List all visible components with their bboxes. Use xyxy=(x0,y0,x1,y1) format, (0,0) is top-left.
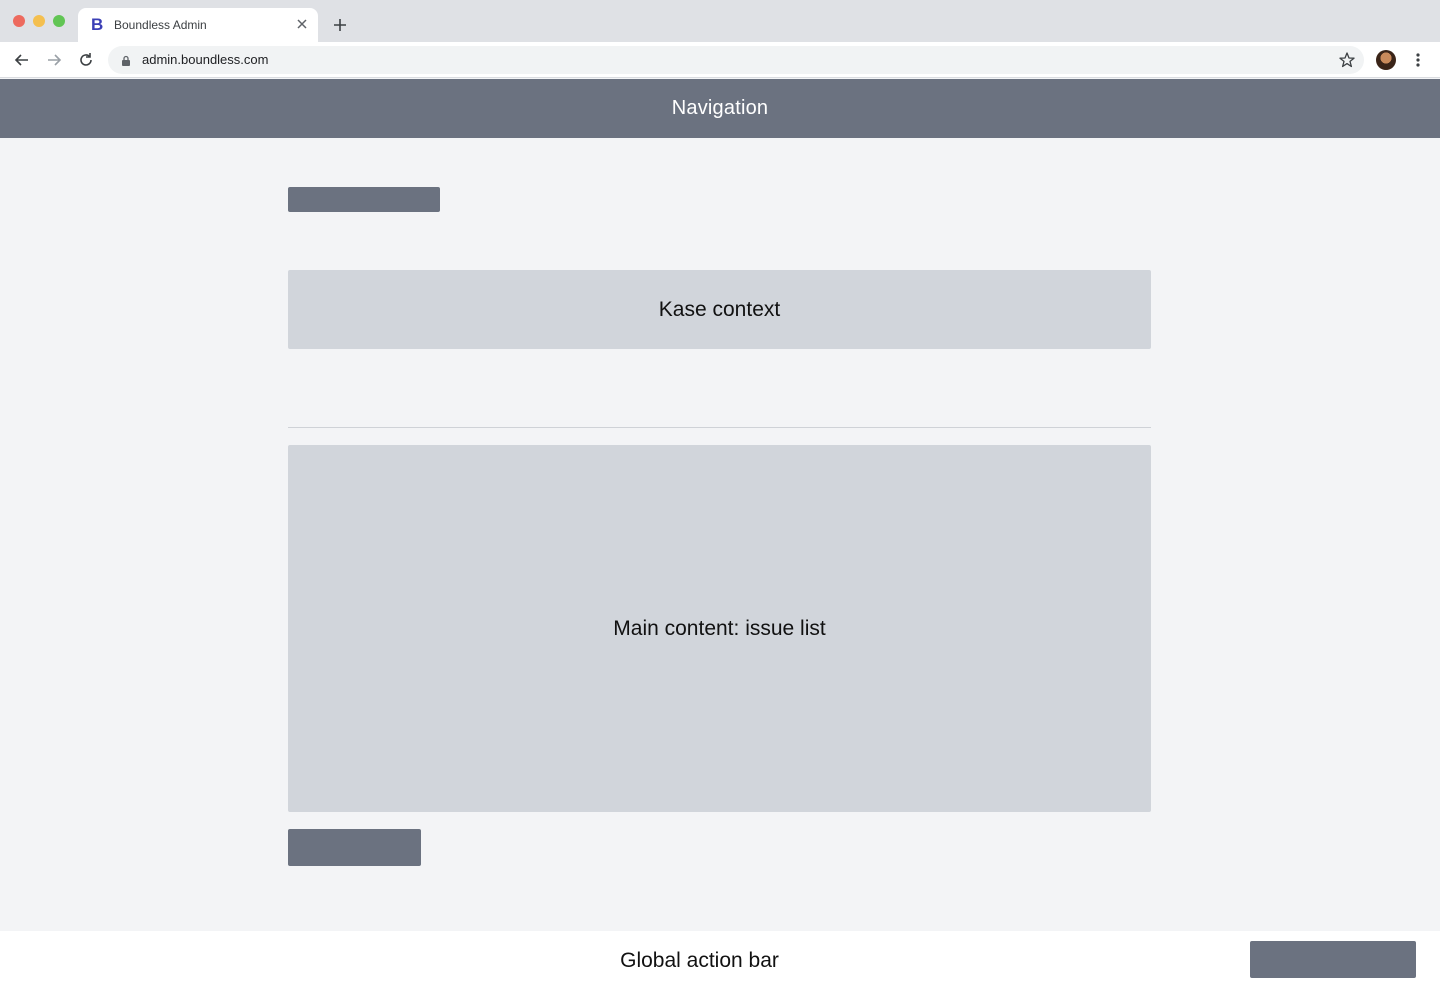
star-icon[interactable] xyxy=(1338,51,1356,69)
kase-context-label: Kase context xyxy=(658,297,781,321)
global-action-bar: Global action bar xyxy=(0,931,1440,988)
navigation-label: Navigation xyxy=(671,97,769,119)
back-icon[interactable] xyxy=(12,50,32,70)
browser-toolbar: admin.boundless.com xyxy=(0,42,1440,78)
close-window-button[interactable] xyxy=(13,15,25,27)
secondary-button-placeholder[interactable] xyxy=(288,829,421,866)
address-bar[interactable]: admin.boundless.com xyxy=(108,46,1364,74)
primary-action-button[interactable] xyxy=(1250,941,1416,978)
lock-icon xyxy=(120,54,132,66)
forward-icon[interactable] xyxy=(44,50,64,70)
minimize-window-button[interactable] xyxy=(33,15,45,27)
browser-tab[interactable]: B Boundless Admin xyxy=(78,8,318,42)
plus-icon[interactable] xyxy=(330,15,350,35)
tab-title: Boundless Admin xyxy=(114,18,207,32)
avatar[interactable] xyxy=(1376,50,1396,70)
url-text: admin.boundless.com xyxy=(142,52,269,67)
divider xyxy=(288,427,1151,428)
reload-icon[interactable] xyxy=(76,50,96,70)
kase-context-panel: Kase context xyxy=(288,270,1151,349)
maximize-window-button[interactable] xyxy=(53,15,65,27)
breadcrumb-placeholder[interactable] xyxy=(288,187,440,212)
menu-icon[interactable] xyxy=(1410,50,1426,70)
browser-tab-strip: B Boundless Admin xyxy=(0,0,1440,42)
favicon-icon: B xyxy=(91,15,104,34)
main-content-label: Main content: issue list xyxy=(613,616,826,640)
action-bar-label: Global action bar xyxy=(620,948,779,972)
navigation-bar: Navigation xyxy=(0,79,1440,138)
main-content-panel: Main content: issue list xyxy=(288,445,1151,812)
close-icon[interactable] xyxy=(294,16,310,32)
